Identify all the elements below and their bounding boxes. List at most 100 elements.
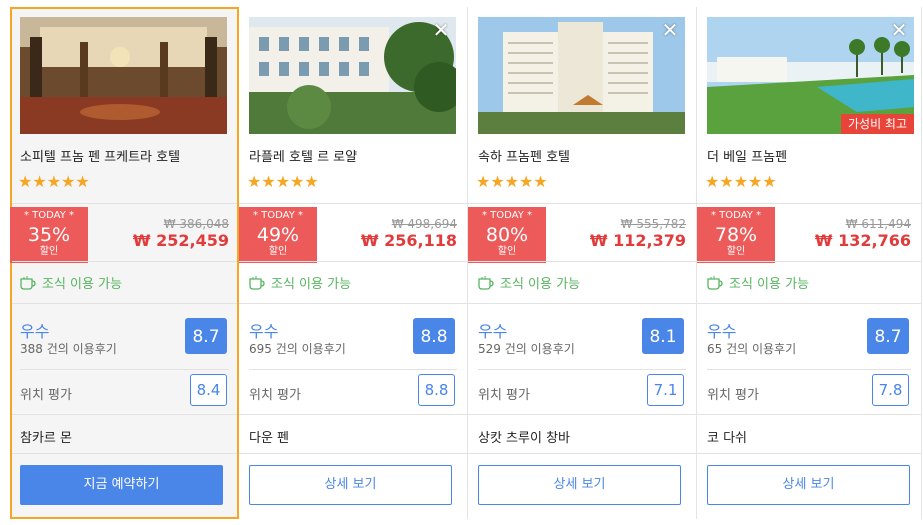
- hotel-photo[interactable]: ✕ 가성비 최고: [707, 17, 914, 134]
- district-name: 참카르 몬: [20, 431, 72, 446]
- today-label: * TODAY *: [23, 210, 75, 221]
- discount-percent: 80%: [485, 224, 529, 246]
- review-count[interactable]: 695 건의 이용후기: [249, 340, 346, 357]
- original-price: ₩ 498,694: [391, 217, 457, 231]
- hotel-card[interactable]: ✕ 가성비 최고 더 베일 프놈펜 ★★★★★ * TODAY * 78% 할인…: [697, 7, 922, 519]
- location-rating-label: 위치 평가: [478, 388, 530, 403]
- breakfast-label: 조식 이용 가능: [500, 277, 581, 292]
- breakfast-info: 조식 이용 가능: [478, 273, 580, 292]
- today-discount-badge: * TODAY * 35% 할인: [10, 207, 88, 263]
- review-count[interactable]: 388 건의 이용후기: [20, 340, 117, 357]
- hotel-photo-colonial: [249, 17, 456, 134]
- view-details-button[interactable]: 상세 보기: [478, 465, 681, 505]
- location-score: 8.8: [418, 374, 455, 406]
- sale-price: ₩ 256,118: [360, 231, 457, 250]
- coffee-cup-icon: [478, 275, 494, 290]
- divider: [697, 303, 921, 304]
- star-rating: ★★★★★: [247, 172, 319, 191]
- district-name: 코 다쉬: [707, 431, 748, 446]
- hotel-card[interactable]: 소피텔 프놈 펜 프케트라 호텔 ★★★★★ * TODAY * 35% 할인 …: [10, 7, 239, 519]
- hotel-photo-lobby: [20, 17, 227, 134]
- location-score: 8.4: [190, 374, 227, 406]
- review-grade: 우수: [707, 322, 737, 341]
- hotel-card-strip: 소피텔 프놈 펜 프케트라 호텔 ★★★★★ * TODAY * 35% 할인 …: [10, 7, 923, 519]
- close-icon[interactable]: ✕: [430, 19, 452, 41]
- divider: [12, 303, 237, 304]
- star-rating: ★★★★★: [18, 172, 90, 191]
- divider: [12, 414, 237, 415]
- divider: [478, 369, 686, 370]
- location-rating-label: 위치 평가: [707, 388, 759, 403]
- review-score: 8.8: [413, 318, 455, 354]
- close-icon[interactable]: ✕: [888, 19, 910, 41]
- today-label: * TODAY *: [710, 210, 762, 221]
- divider: [12, 261, 237, 262]
- original-price: ₩ 611,494: [845, 217, 911, 231]
- hotel-photo[interactable]: [20, 17, 227, 134]
- today-label: * TODAY *: [252, 210, 304, 221]
- review-score: 8.7: [867, 318, 909, 354]
- review-score: 8.1: [642, 318, 684, 354]
- view-details-button[interactable]: 상세 보기: [249, 465, 452, 505]
- divider: [697, 414, 921, 415]
- star-rating: ★★★★★: [476, 172, 548, 191]
- discount-label: 할인: [39, 246, 59, 257]
- location-rating-label: 위치 평가: [20, 388, 72, 403]
- breakfast-info: 조식 이용 가능: [707, 273, 809, 292]
- sale-price: ₩ 252,459: [132, 231, 229, 250]
- discount-percent: 35%: [27, 224, 71, 246]
- hotel-photo[interactable]: ✕: [249, 17, 456, 134]
- breakfast-info: 조식 이용 가능: [20, 273, 122, 292]
- divider: [12, 203, 237, 204]
- location-score: 7.1: [647, 374, 684, 406]
- discount-percent: 49%: [256, 224, 300, 246]
- location-rating-label: 위치 평가: [249, 388, 301, 403]
- breakfast-label: 조식 이용 가능: [729, 277, 810, 292]
- divider: [697, 203, 921, 204]
- breakfast-label: 조식 이용 가능: [42, 277, 123, 292]
- divider: [697, 261, 921, 262]
- discount-label: 할인: [497, 246, 517, 257]
- divider: [239, 453, 467, 454]
- hotel-photo[interactable]: ✕: [478, 17, 685, 134]
- today-discount-badge: * TODAY * 49% 할인: [239, 207, 317, 263]
- close-icon[interactable]: ✕: [659, 19, 681, 41]
- review-count[interactable]: 65 건의 이용후기: [707, 340, 796, 357]
- hotel-name[interactable]: 소피텔 프놈 펜 프케트라 호텔: [20, 146, 180, 165]
- today-discount-badge: * TODAY * 80% 할인: [468, 207, 546, 263]
- hotel-name[interactable]: 속하 프놈펜 호텔: [478, 146, 570, 165]
- hotel-name[interactable]: 더 베일 프놈펜: [707, 146, 787, 165]
- divider: [468, 261, 696, 262]
- divider: [12, 453, 237, 454]
- hotel-name[interactable]: 라플레 호텔 르 로얄: [249, 146, 357, 165]
- today-discount-badge: * TODAY * 78% 할인: [697, 207, 775, 263]
- sale-price: ₩ 112,379: [589, 231, 686, 250]
- today-label: * TODAY *: [481, 210, 533, 221]
- discount-percent: 78%: [714, 224, 758, 246]
- location-score: 7.8: [872, 374, 909, 406]
- breakfast-label: 조식 이용 가능: [271, 277, 352, 292]
- hotel-card[interactable]: ✕ 라플레 호텔 르 로얄 ★★★★★ * TODAY * 49% 할인 ₩ 4…: [239, 7, 468, 519]
- hotel-photo-tower: [478, 17, 685, 134]
- sale-price: ₩ 132,766: [814, 231, 911, 250]
- divider: [239, 303, 467, 304]
- view-details-button[interactable]: 상세 보기: [707, 465, 910, 505]
- review-count[interactable]: 529 건의 이용후기: [478, 340, 575, 357]
- best-value-badge: 가성비 최고: [840, 114, 914, 134]
- divider: [20, 369, 229, 370]
- coffee-cup-icon: [707, 275, 723, 290]
- original-price: ₩ 386,048: [163, 217, 229, 231]
- book-now-button[interactable]: 지금 예약하기: [20, 465, 223, 505]
- coffee-cup-icon: [20, 275, 36, 290]
- district-name: 다운 펜: [249, 431, 290, 446]
- divider: [249, 369, 457, 370]
- hotel-card[interactable]: ✕ 속하 프놈펜 호텔 ★★★★★ * TODAY * 80% 할인 ₩ 555…: [468, 7, 697, 519]
- divider: [468, 303, 696, 304]
- divider: [239, 261, 467, 262]
- divider: [239, 203, 467, 204]
- breakfast-info: 조식 이용 가능: [249, 273, 351, 292]
- review-score: 8.7: [185, 318, 227, 354]
- review-grade: 우수: [20, 322, 50, 341]
- divider: [468, 414, 696, 415]
- discount-label: 할인: [268, 246, 288, 257]
